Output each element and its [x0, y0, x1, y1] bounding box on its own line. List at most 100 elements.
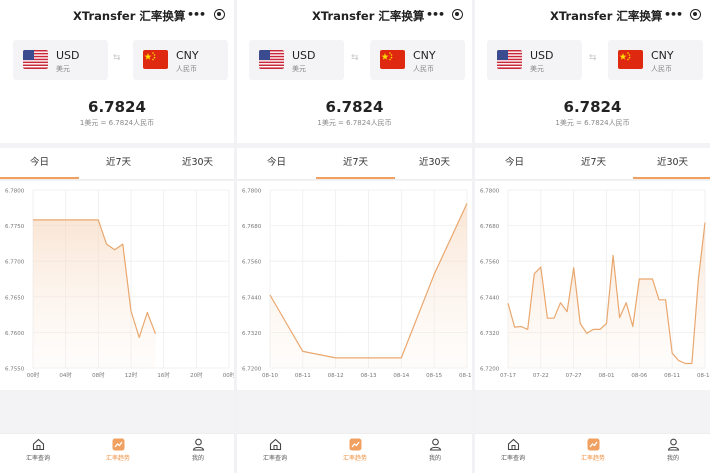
- screen-30-days: XTransfer 汇率换算 ••• USD 美元 ⇆ CNY 人民币 6.78…: [475, 0, 710, 473]
- tab-30-days[interactable]: 近30天: [158, 148, 234, 179]
- chart-svg: 6.78006.77506.77006.76506.76006.755000时 0…: [5, 189, 234, 380]
- screen-today: XTransfer 汇率换算 ••• USD 美元 ⇆ CNY 人民币 6.78…: [0, 0, 234, 473]
- from-currency-selector[interactable]: USD 美元: [13, 40, 108, 80]
- x-tick-label: 16时: [157, 371, 170, 379]
- x-tick-label: 07-17: [500, 373, 516, 379]
- record-icon[interactable]: [214, 9, 225, 20]
- from-currency-selector[interactable]: USD 美元: [249, 40, 344, 80]
- y-tick-label: 6.7750: [5, 224, 25, 230]
- more-dots-icon[interactable]: •••: [187, 8, 206, 21]
- nav-rate-trend[interactable]: 汇率趋势: [563, 438, 623, 462]
- to-currency-selector[interactable]: CNY 人民币: [608, 40, 703, 80]
- record-icon[interactable]: [690, 9, 701, 20]
- bottom-nav: 汇率查询 汇率趋势 我的: [0, 433, 234, 473]
- to-currency-name: 人民币: [176, 65, 197, 73]
- y-tick-label: 6.7600: [5, 331, 25, 337]
- nav-mine[interactable]: 我的: [405, 438, 465, 462]
- tab-7-days[interactable]: 近7天: [316, 148, 395, 179]
- tab-30-days[interactable]: 近30天: [395, 148, 472, 179]
- to-currency-code: CNY: [413, 49, 436, 62]
- bottom-nav: 汇率查询 汇率趋势 我的: [237, 433, 472, 473]
- nav-label: 汇率趋势: [342, 455, 367, 462]
- converter-panel: USD 美元 ⇆ CNY 人民币 6.7824 1美元 = 6.7824人民币: [237, 30, 472, 143]
- from-currency-name: 美元: [56, 65, 70, 73]
- app-title: XTransfer 汇率换算: [550, 9, 663, 23]
- home-icon: [32, 438, 44, 451]
- swap-arrows-icon[interactable]: ⇆: [113, 53, 121, 63]
- exchange-rate-value: 6.7824: [88, 98, 146, 116]
- tab-today[interactable]: 今日: [237, 148, 316, 179]
- y-tick-label: 6.7700: [5, 260, 25, 266]
- converter-panel: USD 美元 ⇆ CNY 人民币 6.7824 1美元 = 6.7824人民币: [475, 30, 710, 143]
- nav-rate-trend[interactable]: 汇率趋势: [325, 438, 385, 462]
- period-tabs: 今日 近7天 近30天: [0, 148, 234, 180]
- x-tick-label: 08-13: [361, 373, 377, 379]
- nav-label: 汇率趋势: [580, 455, 605, 462]
- chart-svg: 6.7800 6.7680 6.7560 6.7440 6.7320 6.720007-1…: [480, 189, 710, 380]
- x-tick-label: 08-16: [459, 373, 472, 379]
- app-title: XTransfer 汇率换算: [73, 9, 186, 23]
- y-tick-label: 6.7560: [480, 260, 500, 266]
- nav-rate-query[interactable]: 汇率查询: [8, 438, 68, 462]
- us-flag-icon: [23, 50, 48, 69]
- user-icon: [429, 438, 441, 451]
- trend-chart: 6.7800 6.7680 6.7560 6.7440 6.7320 6.7200 07-1…: [475, 181, 710, 390]
- nav-rate-trend[interactable]: 汇率趋势: [88, 438, 148, 462]
- from-currency-selector[interactable]: USD 美元: [487, 40, 582, 80]
- y-tick-label: 6.7200: [480, 367, 500, 373]
- from-currency-code: USD: [56, 49, 80, 62]
- more-dots-icon[interactable]: •••: [664, 8, 683, 21]
- trend-chart: 6.7800 6.7750 6.7700 6.7650 6.7600 6.7550 00时 0…: [0, 181, 234, 390]
- to-currency-code: CNY: [651, 49, 674, 62]
- screens: XTransfer 汇率换算 ••• USD 美元 ⇆ CNY 人民币 6.78…: [0, 0, 710, 473]
- converter-panel: USD 美元 ⇆ CNY 人民币 6.7824 1美元 = 6.7824人民币: [0, 30, 234, 143]
- y-tick-label: 6.7800: [5, 189, 25, 195]
- x-tick-label: 07-27: [566, 373, 582, 379]
- y-tick-label: 6.7550: [5, 367, 25, 373]
- nav-mine[interactable]: 我的: [168, 438, 228, 462]
- nav-label: 汇率趋势: [105, 455, 130, 462]
- screen-7-days: XTransfer 汇率换算 ••• USD 美元 ⇆ CNY 人民币 6.78…: [237, 0, 472, 473]
- trend-chart-icon: [349, 438, 361, 451]
- nav-rate-query[interactable]: 汇率查询: [245, 438, 305, 462]
- period-tabs: 今日 近7天 近30天: [237, 148, 472, 180]
- y-tick-label: 6.7800: [480, 189, 500, 195]
- tab-today[interactable]: 今日: [475, 148, 554, 179]
- to-currency-selector[interactable]: CNY 人民币: [133, 40, 228, 80]
- x-tick-label: 08-15: [426, 373, 442, 379]
- app-title: XTransfer 汇率换算: [312, 9, 425, 23]
- cn-flag-icon: [143, 50, 168, 69]
- home-icon: [269, 438, 281, 451]
- x-tick-label: 00时: [223, 371, 234, 379]
- trend-chart-icon: [587, 438, 599, 451]
- x-tick-label: 20时: [190, 371, 203, 379]
- nav-rate-query[interactable]: 汇率查询: [483, 438, 543, 462]
- tab-7-days[interactable]: 近7天: [79, 148, 158, 179]
- x-tick-label: 07-22: [533, 373, 549, 379]
- user-icon: [192, 438, 204, 451]
- us-flag-icon: [259, 50, 284, 69]
- y-tick-label: 6.7560: [242, 260, 262, 266]
- trend-chart: 6.7800 6.7680 6.7560 6.7440 6.7320 6.7200 08-1…: [237, 181, 472, 390]
- tab-7-days[interactable]: 近7天: [554, 148, 633, 179]
- nav-mine[interactable]: 我的: [643, 438, 703, 462]
- nav-label: 我的: [191, 455, 204, 462]
- to-currency-selector[interactable]: CNY 人民币: [370, 40, 465, 80]
- x-tick-label: 08-10: [262, 373, 278, 379]
- tab-30-days[interactable]: 近30天: [633, 148, 710, 179]
- swap-arrows-icon[interactable]: ⇆: [351, 53, 359, 63]
- more-dots-icon[interactable]: •••: [426, 8, 445, 21]
- from-currency-name: 美元: [530, 65, 544, 73]
- series-area: [33, 219, 156, 368]
- swap-arrows-icon[interactable]: ⇆: [589, 53, 597, 63]
- record-icon[interactable]: [452, 9, 463, 20]
- exchange-rate-value: 6.7824: [325, 98, 384, 116]
- tab-today[interactable]: 今日: [0, 148, 79, 179]
- y-tick-label: 6.7320: [480, 331, 500, 337]
- x-tick-label: 08-11: [664, 373, 680, 379]
- nav-label: 我的: [666, 455, 679, 462]
- x-tick-label: 08-16: [697, 373, 710, 379]
- nav-label: 我的: [428, 455, 441, 462]
- y-tick-label: 6.7200: [242, 367, 262, 373]
- cn-flag-icon: [618, 50, 643, 69]
